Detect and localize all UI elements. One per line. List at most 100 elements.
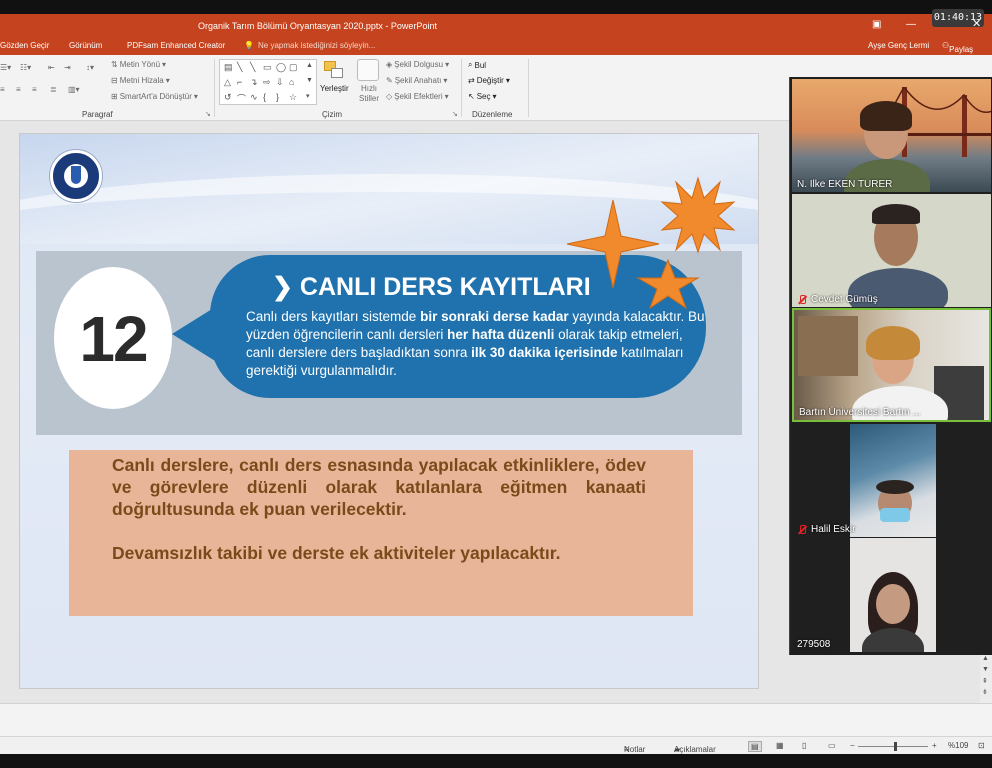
indent-icon: ⇤	[48, 63, 55, 72]
rounded-rect-shape-icon[interactable]: ▢	[289, 62, 298, 73]
shape-effects-button[interactable]: ◇ Şekil Efektleri ▾	[386, 92, 449, 101]
align-text-button[interactable]: ⊟ Metni Hizala ▾	[111, 76, 170, 85]
shapes-gallery[interactable]: ▤ ╲ ╲ ▭ ◯ ▢ △ ⌐ ↴ ⇨ ⇩ ⌂ ↺ ⌒ ∿ { } ☆ ▲ ▼ …	[219, 59, 317, 105]
shape-outline-button[interactable]: ✎ Şekil Anahatı ▾	[386, 76, 447, 85]
smartart-label: SmartArt'a Dönüştür	[119, 92, 192, 101]
logo-mark	[71, 166, 81, 184]
freeform-shape-icon[interactable]: ∿	[250, 92, 258, 103]
gallery-up-icon[interactable]: ▲	[306, 62, 313, 69]
curve-shape-icon[interactable]: ↺	[224, 92, 232, 103]
text-direction-button[interactable]: ⇅ Metin Yönü ▾	[111, 60, 166, 69]
line-shape-icon[interactable]: ╲	[237, 62, 242, 73]
columns-button[interactable]: ▥▾	[68, 85, 80, 94]
gallery-down-icon[interactable]: ▼	[306, 77, 313, 84]
fit-to-window-icon[interactable]: ⊡	[978, 741, 985, 750]
screen: Organik Tarım Bölümü Oryantasyan 2020.pp…	[0, 0, 992, 768]
comments-label: Açıklamalar	[674, 745, 716, 754]
quick-styles-button[interactable]: Hızlı Stiller	[358, 84, 380, 104]
slideshow-icon[interactable]: ▭	[828, 741, 836, 750]
notes-label: Notlar	[624, 745, 646, 754]
ribbon-display-icon[interactable]: ▣	[872, 19, 881, 30]
flowchart-shape-icon[interactable]: ⌂	[289, 77, 294, 87]
find-button[interactable]: ⌕ Bul	[468, 60, 486, 70]
video-panel: N. Ilke EKEN TURER Cevdet Gümüş Bartın Ü…	[789, 77, 992, 655]
share-button[interactable]: ⚇ Paylaş	[942, 41, 973, 54]
decrease-indent-button[interactable]: ⇤	[48, 63, 55, 72]
elbow-shape-icon[interactable]: ⌐	[237, 77, 242, 87]
slide-heading: ❯ CANLI DERS KAYITLARI	[272, 272, 591, 302]
participant-hair	[876, 480, 914, 494]
participant-video-tile[interactable]: Halil Eskir	[792, 424, 991, 537]
zoom-in-icon[interactable]: +	[932, 741, 937, 750]
gallery-more-icon[interactable]: ▾	[306, 92, 310, 100]
increase-indent-button[interactable]: ⇥	[64, 63, 71, 72]
brace-left-shape-icon[interactable]: {	[263, 92, 266, 102]
star-shape-icon[interactable]: ☆	[289, 92, 297, 103]
align-left-button[interactable]: ≡	[0, 85, 5, 94]
prev-slide-icon[interactable]: ⇞	[982, 677, 988, 685]
normal-view-icon[interactable]: ▤	[748, 741, 762, 752]
oval-shape-icon[interactable]: ◯	[276, 62, 286, 73]
arc-shape-icon[interactable]: ⌒	[237, 92, 246, 105]
chevron-down-icon: ▾	[443, 76, 448, 85]
triangle-shape-icon[interactable]: △	[224, 77, 231, 88]
numbering-button[interactable]: ☷▾	[20, 63, 31, 72]
rectangle-shape-icon[interactable]: ▭	[263, 62, 272, 73]
user-name[interactable]: Ayşe Genç Lermi	[868, 41, 929, 50]
justify-button[interactable]: ≣	[50, 85, 57, 94]
right-arrow-shape-icon[interactable]: ⇨	[263, 77, 271, 88]
face-mask	[880, 508, 910, 522]
align-right-button[interactable]: ≡	[32, 85, 37, 94]
arrange-button[interactable]: Yerleştir	[320, 84, 349, 93]
notes-pane[interactable]	[0, 703, 992, 736]
down-arrow-shape-icon[interactable]: ⇩	[276, 77, 284, 88]
zoom-out-icon[interactable]: −	[850, 741, 855, 750]
dialog-launcher-icon[interactable]: ↘	[452, 110, 458, 118]
zoom-slider[interactable]	[858, 746, 928, 747]
tab-review[interactable]: Gözden Geçir	[0, 41, 49, 50]
body-emphasis: her hafta düzenli	[447, 327, 555, 342]
next-slide-icon[interactable]: ⇟	[982, 688, 988, 696]
bottom-black-strip	[0, 754, 992, 768]
outdent-icon: ⇥	[64, 63, 71, 72]
minimize-icon[interactable]: —	[906, 19, 916, 30]
replace-button[interactable]: ⇄ Değiştir ▾	[468, 76, 510, 85]
active-speaker-tile[interactable]: Bartın Üniversitesi Bartın ...	[792, 308, 991, 422]
slide-sorter-icon[interactable]: ▦	[776, 741, 784, 750]
reading-view-icon[interactable]: ▯	[802, 741, 806, 750]
tab-view[interactable]: Görünüm	[69, 41, 102, 50]
chevron-down-icon: ▾	[492, 92, 497, 101]
columns-icon: ▥▾	[68, 85, 80, 94]
chevron-down-icon: ▾	[165, 76, 170, 85]
line-spacing-button[interactable]: ↕▾	[86, 63, 94, 72]
separator	[528, 59, 529, 117]
zoom-slider-thumb[interactable]	[894, 742, 897, 751]
bullets-button[interactable]: ☰▾	[0, 63, 11, 72]
scroll-down-icon[interactable]: ▼	[982, 666, 989, 673]
shape-fill-button[interactable]: ◈ Şekil Dolgusu ▾	[386, 60, 449, 69]
participant-video-tile[interactable]: Cevdet Gümüş	[792, 194, 991, 307]
bullets-icon: ☰▾	[0, 63, 12, 72]
elbow-arrow-shape-icon[interactable]: ↴	[250, 77, 258, 88]
select-button[interactable]: ↖ Seç ▾	[468, 92, 497, 101]
textbox-shape-icon[interactable]: ▤	[224, 62, 233, 73]
line-shape-icon[interactable]: ╲	[250, 62, 255, 73]
smartart-button[interactable]: ⊞ SmartArt'a Dönüştür ▾	[111, 92, 198, 101]
scroll-up-icon[interactable]: ▲	[982, 655, 989, 662]
brace-right-shape-icon[interactable]: }	[276, 92, 279, 102]
tab-pdfsam[interactable]: PDFsam Enhanced Creator	[127, 41, 225, 50]
five-point-star-icon	[636, 258, 700, 310]
align-center-button[interactable]: ≡	[16, 85, 21, 94]
replace-label: Değiştir	[476, 76, 504, 85]
close-icon[interactable]: ✕	[972, 17, 981, 30]
participant-video-tile[interactable]: 279508	[792, 538, 991, 652]
participant-name-text: Halil Eskir	[811, 524, 856, 535]
tell-me-input[interactable]: Ne yapmak istediğinizi söyleyin...	[258, 41, 375, 50]
zoom-level[interactable]: %109	[948, 741, 968, 750]
slide-canvas[interactable]: 12 ❯ CANLI DERS KAYITLARI Canlı ders kay…	[19, 133, 759, 689]
participant-name: Halil Eskir	[797, 524, 855, 535]
participant-video-tile[interactable]: N. Ilke EKEN TURER	[792, 79, 991, 192]
dialog-launcher-icon[interactable]: ↘	[205, 110, 211, 118]
participant-hair	[860, 101, 912, 131]
participant-name-text: Bartın Üniversitesi Bartın ...	[799, 407, 921, 418]
